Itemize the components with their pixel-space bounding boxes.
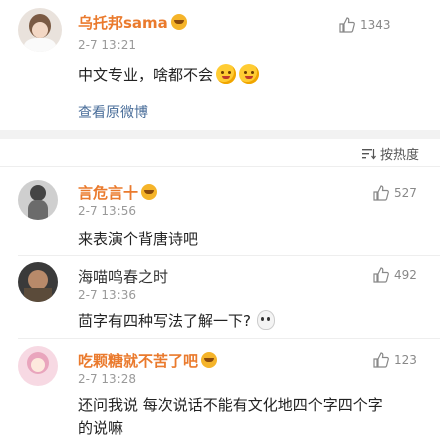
post-like-count: 1343 (360, 18, 391, 32)
comment-author-name[interactable]: 海喵鸣春之时 (78, 266, 168, 287)
comment-avatar[interactable] (18, 262, 58, 302)
thumbs-up-icon (373, 267, 389, 283)
comment-like-button[interactable]: 492 (372, 264, 417, 286)
divider (18, 255, 440, 256)
thumbs-up-icon (373, 185, 389, 201)
laughing-emoji-icon (239, 64, 260, 84)
post-content-text: 中文专业，啥都不会 (78, 66, 214, 84)
comment-author-name[interactable]: 吃颗糖就不苦了吧 (78, 350, 218, 371)
sort-label: 按热度 (380, 148, 420, 163)
comment-time: 2-7 13:56 (78, 204, 136, 218)
post-author-name-text[interactable]: 乌托邦sama (78, 14, 168, 32)
comment-text-line-2: 的说嘛 (78, 419, 124, 437)
vip-badge-icon (201, 352, 218, 368)
comment-text: 茴字有四种写法了解一下? (78, 310, 275, 331)
sticker-emoji-icon (256, 310, 275, 330)
comment-like-button[interactable]: 123 (372, 349, 417, 371)
comment-avatar[interactable] (18, 346, 58, 386)
comment-text-line-1: 还问我说 每次说话不能有文化地四个字四个字 (78, 396, 383, 414)
thumbs-up-icon (339, 17, 355, 33)
laughing-emoji-icon (216, 64, 237, 84)
comment-like-count: 527 (394, 186, 417, 200)
vip-badge-icon (141, 184, 158, 200)
comment-text: 来表演个背唐诗吧 (78, 230, 199, 248)
comment-author-text[interactable]: 吃颗糖就不苦了吧 (78, 352, 198, 370)
post-time: 2-7 13:21 (78, 38, 136, 52)
comment-text-content: 茴字有四种写法了解一下? (78, 312, 251, 330)
post-like-button[interactable]: 1343 (338, 14, 391, 36)
post-author-name[interactable]: 乌托邦sama (78, 12, 187, 33)
comment-time: 2-7 13:28 (78, 372, 136, 386)
sort-lines-icon (362, 148, 376, 159)
comment-like-button[interactable]: 527 (372, 182, 417, 204)
comment-author-name[interactable]: 言危言十 (78, 182, 158, 203)
comment-avatar[interactable] (18, 180, 58, 220)
comment-author-text[interactable]: 言危言十 (78, 184, 138, 202)
view-original-link[interactable]: 查看原微博 (78, 102, 148, 122)
post-author-avatar[interactable] (18, 8, 62, 52)
comment-like-count: 492 (394, 268, 417, 282)
divider (18, 338, 440, 339)
post-content: 中文专业，啥都不会 (78, 64, 260, 85)
sort-by-hot-button[interactable]: 按热度 (362, 144, 419, 163)
section-divider (0, 130, 440, 139)
divider (0, 166, 440, 167)
comment-time: 2-7 13:36 (78, 288, 136, 302)
comment-like-count: 123 (394, 353, 417, 367)
vip-badge-icon (170, 14, 187, 30)
thumbs-up-icon (373, 352, 389, 368)
